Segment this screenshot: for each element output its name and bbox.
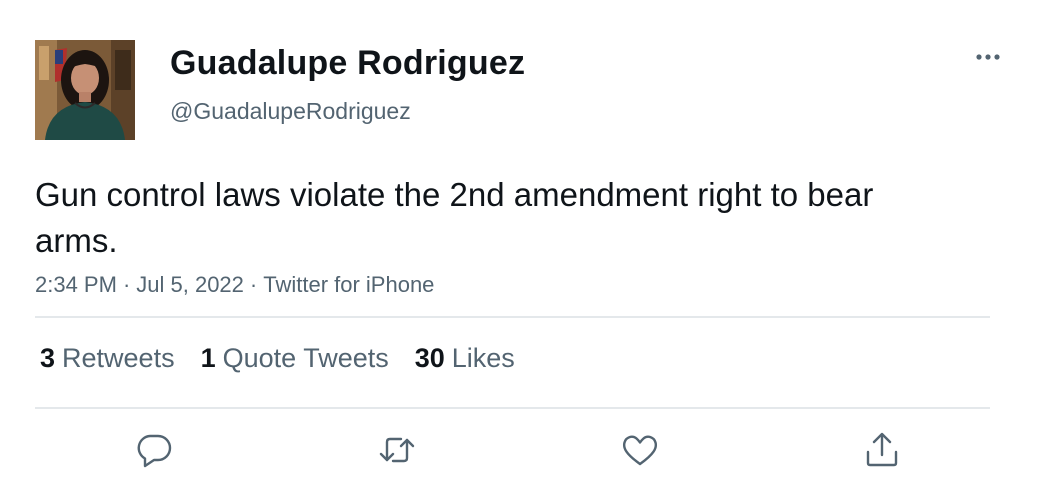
more-icon (976, 54, 1000, 60)
author-handle[interactable]: @GuadalupeRodriguez (170, 98, 411, 125)
share-button[interactable] (860, 428, 904, 472)
likes-stat[interactable]: 30 Likes (415, 343, 515, 374)
retweets-label: Retweets (62, 343, 175, 373)
tweet-text: Gun control laws violate the 2nd amendme… (35, 176, 874, 259)
tweet-meta: 2:34 PM · Jul 5, 2022 · Twitter for iPhone (35, 272, 434, 298)
tweet-stats: 3 Retweets 1 Quote Tweets 30 Likes (40, 343, 541, 374)
divider (35, 316, 990, 318)
reply-icon (137, 434, 172, 468)
meta-separator: · (249, 272, 258, 297)
author-name[interactable]: Guadalupe Rodriguez (170, 44, 525, 83)
likes-count: 30 (414, 343, 445, 373)
avatar-image (35, 40, 135, 140)
like-icon (622, 435, 658, 466)
quote-tweets-label: Quote Tweets (222, 343, 389, 373)
tweet-date[interactable]: Jul 5, 2022 (136, 272, 244, 297)
retweet-icon (379, 437, 415, 463)
tweet-time[interactable]: 2:34 PM (35, 272, 117, 297)
tweet-card: Guadalupe Rodriguez @GuadalupeRodriguez … (0, 0, 1050, 480)
more-button[interactable] (968, 44, 1008, 70)
quote-tweets-stat[interactable]: 1 Quote Tweets (201, 343, 389, 374)
reply-button[interactable] (133, 428, 177, 472)
tweet-source[interactable]: Twitter for iPhone (263, 272, 434, 297)
likes-label: Likes (451, 343, 515, 373)
retweets-stat[interactable]: 3 Retweets (40, 343, 175, 374)
share-icon (866, 432, 898, 467)
quote-tweets-count: 1 (200, 343, 216, 373)
meta-separator: · (122, 272, 131, 297)
retweet-button[interactable] (375, 428, 419, 472)
divider (35, 407, 990, 409)
retweets-count: 3 (40, 343, 56, 373)
like-button[interactable] (618, 428, 662, 472)
avatar[interactable] (35, 40, 135, 140)
